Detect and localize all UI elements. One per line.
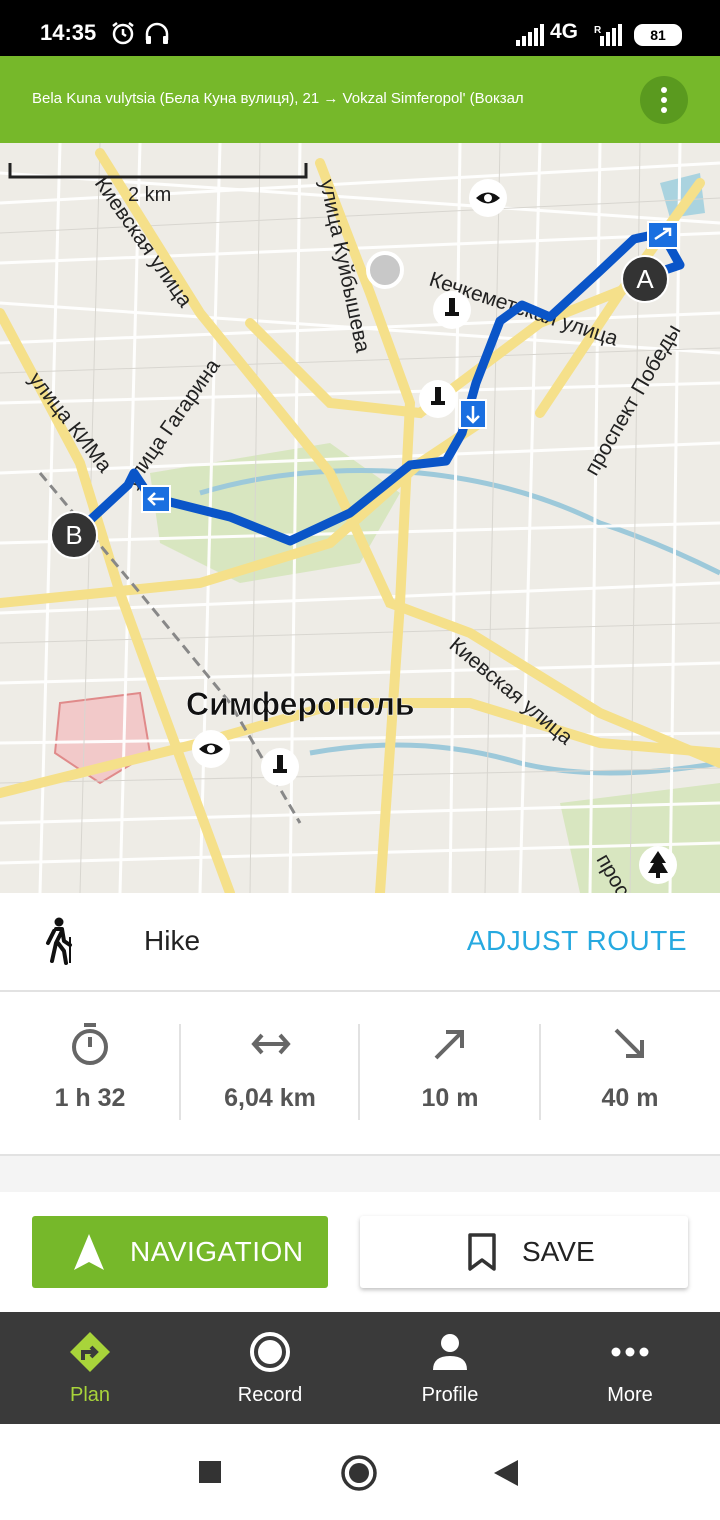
headphones-icon [145, 22, 169, 44]
signal-roaming-icon: R [594, 24, 622, 46]
viewpoint-icon[interactable] [192, 730, 230, 768]
status-bar: 14:35 4G R 81 [0, 0, 720, 56]
route-title: Bela Kuna vulytsia (Бела Куна вулиця), 2… [32, 90, 524, 107]
bottom-tab-bar: Plan Record Profile More [0, 1312, 720, 1424]
save-button-label: SAVE [522, 1236, 595, 1267]
stat-value: 40 m [601, 1084, 659, 1112]
stat-descent: 40 m [540, 1022, 720, 1122]
bookmark-icon [468, 1233, 496, 1271]
stat-ascent: 10 m [360, 1022, 540, 1122]
distance-arrows-icon [251, 1033, 291, 1055]
home-circle-icon[interactable] [340, 1454, 378, 1492]
save-button[interactable]: SAVE [360, 1216, 688, 1288]
tab-profile[interactable]: Profile [360, 1312, 540, 1424]
navigation-button[interactable]: NAVIGATION [32, 1216, 328, 1288]
hiker-icon [46, 917, 72, 965]
back-triangle-icon[interactable] [492, 1458, 520, 1488]
network-type: 4G [550, 20, 579, 43]
map-scale-label: 2 km [128, 184, 171, 206]
tab-plan[interactable]: Plan [0, 1312, 180, 1424]
city-label: Симферополь [186, 686, 415, 722]
stat-value: 10 m [421, 1084, 479, 1112]
route-start-marker[interactable]: A [621, 255, 669, 303]
monument-icon[interactable] [433, 291, 471, 329]
tab-more[interactable]: More [540, 1312, 720, 1424]
svg-text:R: R [594, 25, 602, 36]
end-marker-label: B [65, 520, 82, 550]
battery-level: 81 [634, 24, 682, 46]
start-marker-label: A [636, 264, 654, 294]
route-direction-arrow [647, 221, 679, 249]
profile-icon [433, 1334, 467, 1370]
route-end-marker[interactable]: B [50, 511, 98, 559]
stopwatch-icon [72, 1023, 108, 1065]
recents-square-icon[interactable] [198, 1460, 222, 1484]
stat-value: 6,04 km [224, 1084, 316, 1112]
monument-icon[interactable] [419, 380, 457, 418]
ascent-arrow-icon [434, 1030, 464, 1060]
navigation-arrow-icon [74, 1234, 104, 1270]
route-header: Bela Kuna vulytsia (Бела Куна вулиця), 2… [0, 56, 720, 143]
monument-icon[interactable] [261, 748, 299, 786]
more-dots-icon [611, 1347, 649, 1357]
tab-label: Plan [69, 1384, 111, 1406]
adjust-route-button[interactable]: ADJUST ROUTE [467, 925, 687, 957]
route-direction-arrow [459, 399, 487, 429]
stat-duration: 1 h 32 [0, 1022, 180, 1122]
tab-label: Record [237, 1384, 303, 1406]
navigation-button-label: NAVIGATION [130, 1236, 304, 1267]
map-view[interactable]: 2 km Киевская улица улица Куйбышева Кечк… [0, 143, 720, 893]
current-location-marker [366, 251, 404, 289]
stat-distance: 6,04 km [180, 1022, 360, 1122]
overflow-menu-button[interactable] [640, 76, 688, 124]
viewpoint-icon[interactable] [469, 179, 507, 217]
map-scale-bar [8, 163, 308, 179]
tab-label: More [607, 1384, 653, 1406]
route-mode-row: Hike ADJUST ROUTE [0, 893, 720, 992]
status-time: 14:35 [40, 20, 97, 45]
plan-route-icon [70, 1332, 110, 1372]
alarm-icon [112, 22, 134, 45]
route-stats: 1 h 32 6,04 km 10 m 40 m [0, 992, 720, 1156]
map-canvas[interactable]: 2 km Киевская улица улица Куйбышева Кечк… [0, 143, 720, 893]
route-actions: NAVIGATION SAVE [0, 1192, 720, 1312]
tree-icon[interactable] [639, 846, 677, 884]
section-gap [0, 1156, 720, 1192]
descent-arrow-icon [614, 1028, 644, 1058]
route-mode-label: Hike [144, 925, 201, 956]
tab-label: Profile [421, 1384, 479, 1406]
route-direction-arrow [141, 485, 171, 513]
system-nav-bar [0, 1424, 720, 1520]
signal-icon [516, 24, 544, 46]
record-icon [250, 1332, 290, 1372]
tab-record[interactable]: Record [180, 1312, 360, 1424]
stat-value: 1 h 32 [54, 1084, 126, 1112]
street-label: улица КИМа [24, 368, 116, 477]
